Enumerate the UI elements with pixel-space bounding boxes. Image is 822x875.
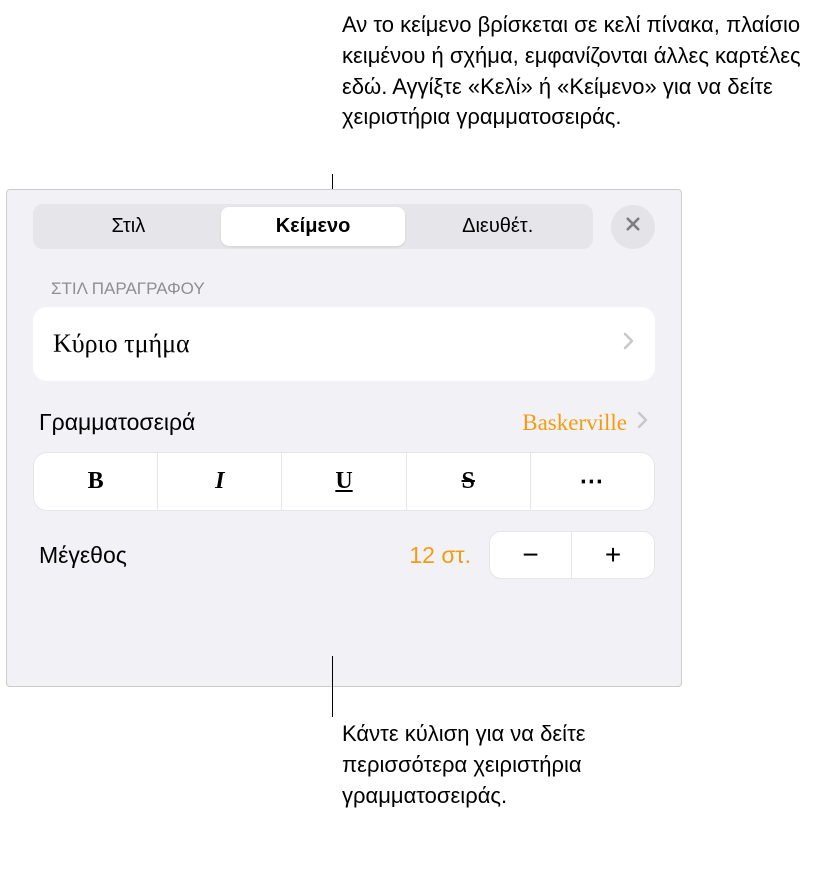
annotation-top: Αν το κείμενο βρίσκεται σε κελί πίνακα, …	[342, 10, 807, 133]
text-style-button-group: B I U S ⋯	[33, 452, 655, 511]
font-picker[interactable]: Baskerville	[522, 410, 649, 436]
bold-icon: B	[88, 468, 104, 495]
format-panel: Στιλ Κείμενο Διευθέτ. ΣΤΙΛ ΠΑΡΑΓΡΑΦΟΥ Κύ…	[6, 189, 682, 687]
size-stepper: − +	[489, 531, 655, 579]
size-label: Μέγεθος	[39, 542, 409, 569]
chevron-right-icon	[637, 411, 649, 434]
close-icon	[624, 215, 642, 238]
more-button[interactable]: ⋯	[531, 453, 654, 510]
tab-bar: Στιλ Κείμενο Διευθέτ.	[7, 190, 681, 261]
paragraph-style-value: Κύριο τμήμα	[53, 329, 190, 359]
tab-text[interactable]: Κείμενο	[221, 207, 406, 246]
underline-icon: U	[335, 468, 352, 495]
size-value: 12 στ.	[409, 542, 471, 569]
font-label: Γραμματοσειρά	[39, 409, 195, 436]
plus-icon: +	[605, 539, 621, 571]
tab-segment: Στιλ Κείμενο Διευθέτ.	[33, 204, 593, 249]
minus-icon: −	[522, 539, 538, 571]
font-row: Γραμματοσειρά Baskerville	[33, 409, 655, 446]
strikethrough-icon: S	[462, 468, 475, 495]
callout-line-bottom	[332, 656, 333, 717]
close-button[interactable]	[611, 205, 655, 249]
size-decrease-button[interactable]: −	[490, 532, 572, 578]
font-value: Baskerville	[522, 410, 627, 436]
italic-icon: I	[215, 468, 224, 495]
paragraph-style-row[interactable]: Κύριο τμήμα	[33, 307, 655, 381]
annotation-bottom: Κάντε κύλιση για να δείτε περισσότερα χε…	[342, 719, 702, 811]
size-row: Μέγεθος 12 στ. − +	[33, 531, 655, 579]
tab-arrange[interactable]: Διευθέτ.	[405, 207, 590, 246]
section-label-paragraph-style: ΣΤΙΛ ΠΑΡΑΓΡΑΦΟΥ	[7, 261, 681, 307]
italic-button[interactable]: I	[158, 453, 282, 510]
bold-button[interactable]: B	[34, 453, 158, 510]
size-increase-button[interactable]: +	[572, 532, 654, 578]
underline-button[interactable]: U	[282, 453, 406, 510]
strikethrough-button[interactable]: S	[407, 453, 531, 510]
ellipsis-icon: ⋯	[579, 467, 605, 496]
tab-style[interactable]: Στιλ	[36, 207, 221, 246]
chevron-right-icon	[623, 332, 635, 356]
